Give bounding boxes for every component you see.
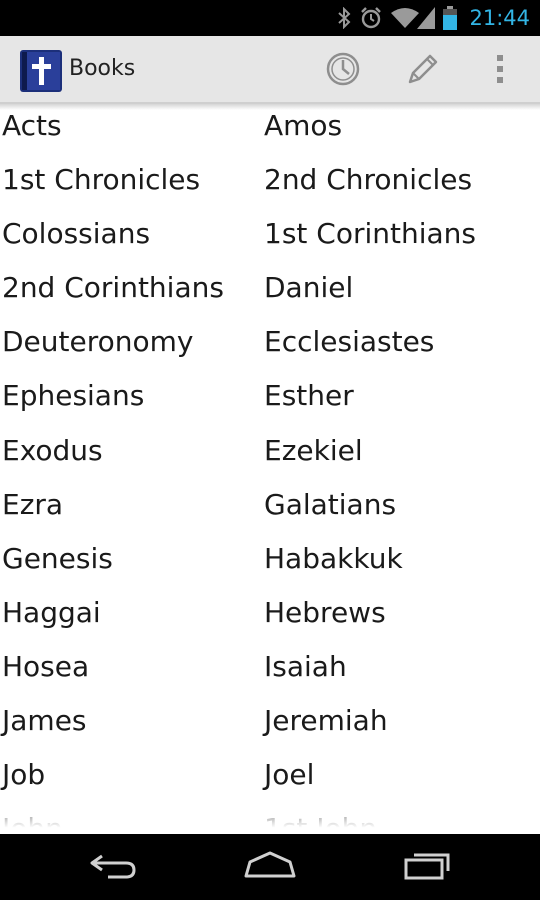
battery-icon <box>443 6 458 30</box>
book-item[interactable]: Habakkuk <box>262 537 540 591</box>
home-icon <box>242 850 298 884</box>
book-item[interactable]: Ecclesiastes <box>262 320 540 374</box>
history-icon <box>323 49 363 93</box>
book-item[interactable]: Ephesians <box>0 374 262 428</box>
book-item[interactable]: Deuteronomy <box>0 320 262 374</box>
book-item[interactable]: Ezra <box>0 483 262 537</box>
book-item[interactable]: Galatians <box>262 483 540 537</box>
alarm-icon <box>359 6 383 30</box>
edit-button[interactable] <box>400 50 444 92</box>
book-item[interactable]: Exodus <box>0 429 262 483</box>
book-item[interactable]: Joel <box>262 753 540 807</box>
back-button[interactable] <box>83 844 143 890</box>
navigation-bar <box>0 834 540 900</box>
book-item[interactable]: James <box>0 699 262 753</box>
book-list[interactable]: Acts Amos 1st Chronicles 2nd Chronicles … <box>0 104 540 834</box>
book-item[interactable]: Amos <box>262 104 540 158</box>
overflow-menu-icon <box>495 53 505 89</box>
edit-icon <box>402 49 442 93</box>
history-button[interactable] <box>321 50 365 92</box>
book-item[interactable]: 2nd Corinthians <box>0 266 262 320</box>
recents-icon <box>402 849 454 885</box>
book-item[interactable]: Isaiah <box>262 645 540 699</box>
home-button[interactable] <box>240 844 300 890</box>
bluetooth-icon <box>337 7 351 29</box>
book-grid: Acts Amos 1st Chronicles 2nd Chronicles … <box>0 104 540 834</box>
overflow-menu-button[interactable] <box>478 50 522 92</box>
book-item[interactable]: 2nd Chronicles <box>262 158 540 212</box>
book-item[interactable]: Jeremiah <box>262 699 540 753</box>
book-item[interactable]: Colossians <box>0 212 262 266</box>
book-item[interactable]: Esther <box>262 374 540 428</box>
recents-button[interactable] <box>398 844 458 890</box>
action-bar: Books <box>0 36 540 104</box>
book-item[interactable]: Job <box>0 753 262 807</box>
book-item[interactable]: 1st Corinthians <box>262 212 540 266</box>
book-item[interactable]: John <box>0 807 262 834</box>
bible-cross-icon[interactable] <box>20 50 62 92</box>
book-item[interactable]: 1st Chronicles <box>0 158 262 212</box>
book-item[interactable]: Hebrews <box>262 591 540 645</box>
page-title: Books <box>69 56 136 81</box>
wifi-icon <box>391 7 420 29</box>
book-item[interactable]: Haggai <box>0 591 262 645</box>
book-item[interactable]: 1st John <box>262 807 540 834</box>
signal-icon <box>417 7 436 29</box>
book-item[interactable]: Genesis <box>0 537 262 591</box>
status-bar: 21:44 <box>0 0 540 36</box>
book-item[interactable]: Acts <box>0 104 262 158</box>
book-item[interactable]: Daniel <box>262 266 540 320</box>
status-time: 21:44 <box>469 6 530 30</box>
book-item[interactable]: Ezekiel <box>262 429 540 483</box>
back-icon <box>88 850 138 884</box>
book-item[interactable]: Hosea <box>0 645 262 699</box>
